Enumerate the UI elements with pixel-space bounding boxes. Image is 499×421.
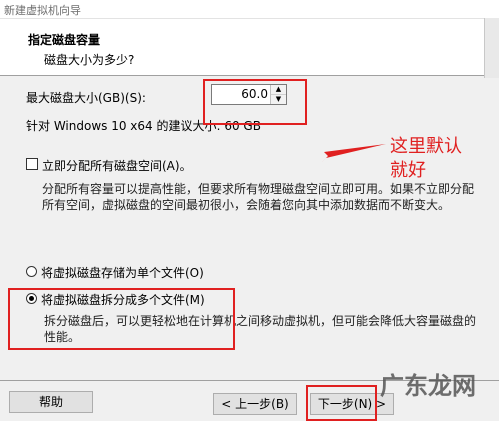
annotation-arrow-icon	[322, 144, 386, 162]
stepper-buttons: ▲ ▼	[270, 85, 286, 104]
header-scrollbar[interactable]	[484, 18, 499, 78]
allocate-label[interactable]: 立即分配所有磁盘空间(A)。	[42, 157, 192, 174]
title-bar: 新建虚拟机向导	[0, 0, 499, 19]
stepper-down-icon[interactable]: ▼	[271, 95, 286, 104]
watermark-logo: 广东龙网	[380, 371, 476, 400]
annotation-text: 这里默认就好	[390, 136, 462, 181]
recommended-size: 针对 Windows 10 x64 的建议大小: 60 GB	[26, 119, 261, 133]
disk-size-value[interactable]: 60.0	[241, 87, 268, 101]
multi-file-description: 拆分磁盘后，可以更轻松地在计算机之间移动虚拟机，但可能会降低大容量磁盘的性能。	[44, 314, 477, 344]
allocate-description: 分配所有容量可以提高性能，但要求所有物理磁盘空间立即可用。如果不立即分配所有空间…	[42, 182, 475, 212]
stepper-up-icon[interactable]: ▲	[271, 85, 286, 95]
help-button[interactable]: 帮助	[9, 391, 93, 413]
window-title: 新建虚拟机向导	[4, 4, 81, 17]
page-title: 指定磁盘容量	[28, 33, 101, 47]
multi-file-radio[interactable]	[26, 293, 37, 304]
single-file-label[interactable]: 将虚拟磁盘存储为单个文件(O)	[41, 264, 204, 281]
disk-size-stepper[interactable]: 60.0 ▲ ▼	[211, 84, 287, 105]
disk-size-label: 最大磁盘大小(GB)(S):	[26, 91, 146, 105]
arrow-shape	[322, 144, 386, 162]
allocate-checkbox[interactable]	[26, 158, 38, 170]
back-button[interactable]: < 上一步(B)	[213, 393, 297, 415]
wizard-header: 指定磁盘容量 磁盘大小为多少?	[0, 18, 499, 78]
multi-file-label[interactable]: 将虚拟磁盘拆分成多个文件(M)	[41, 291, 205, 308]
single-file-radio[interactable]	[26, 266, 37, 277]
page-subtitle: 磁盘大小为多少?	[44, 53, 135, 67]
